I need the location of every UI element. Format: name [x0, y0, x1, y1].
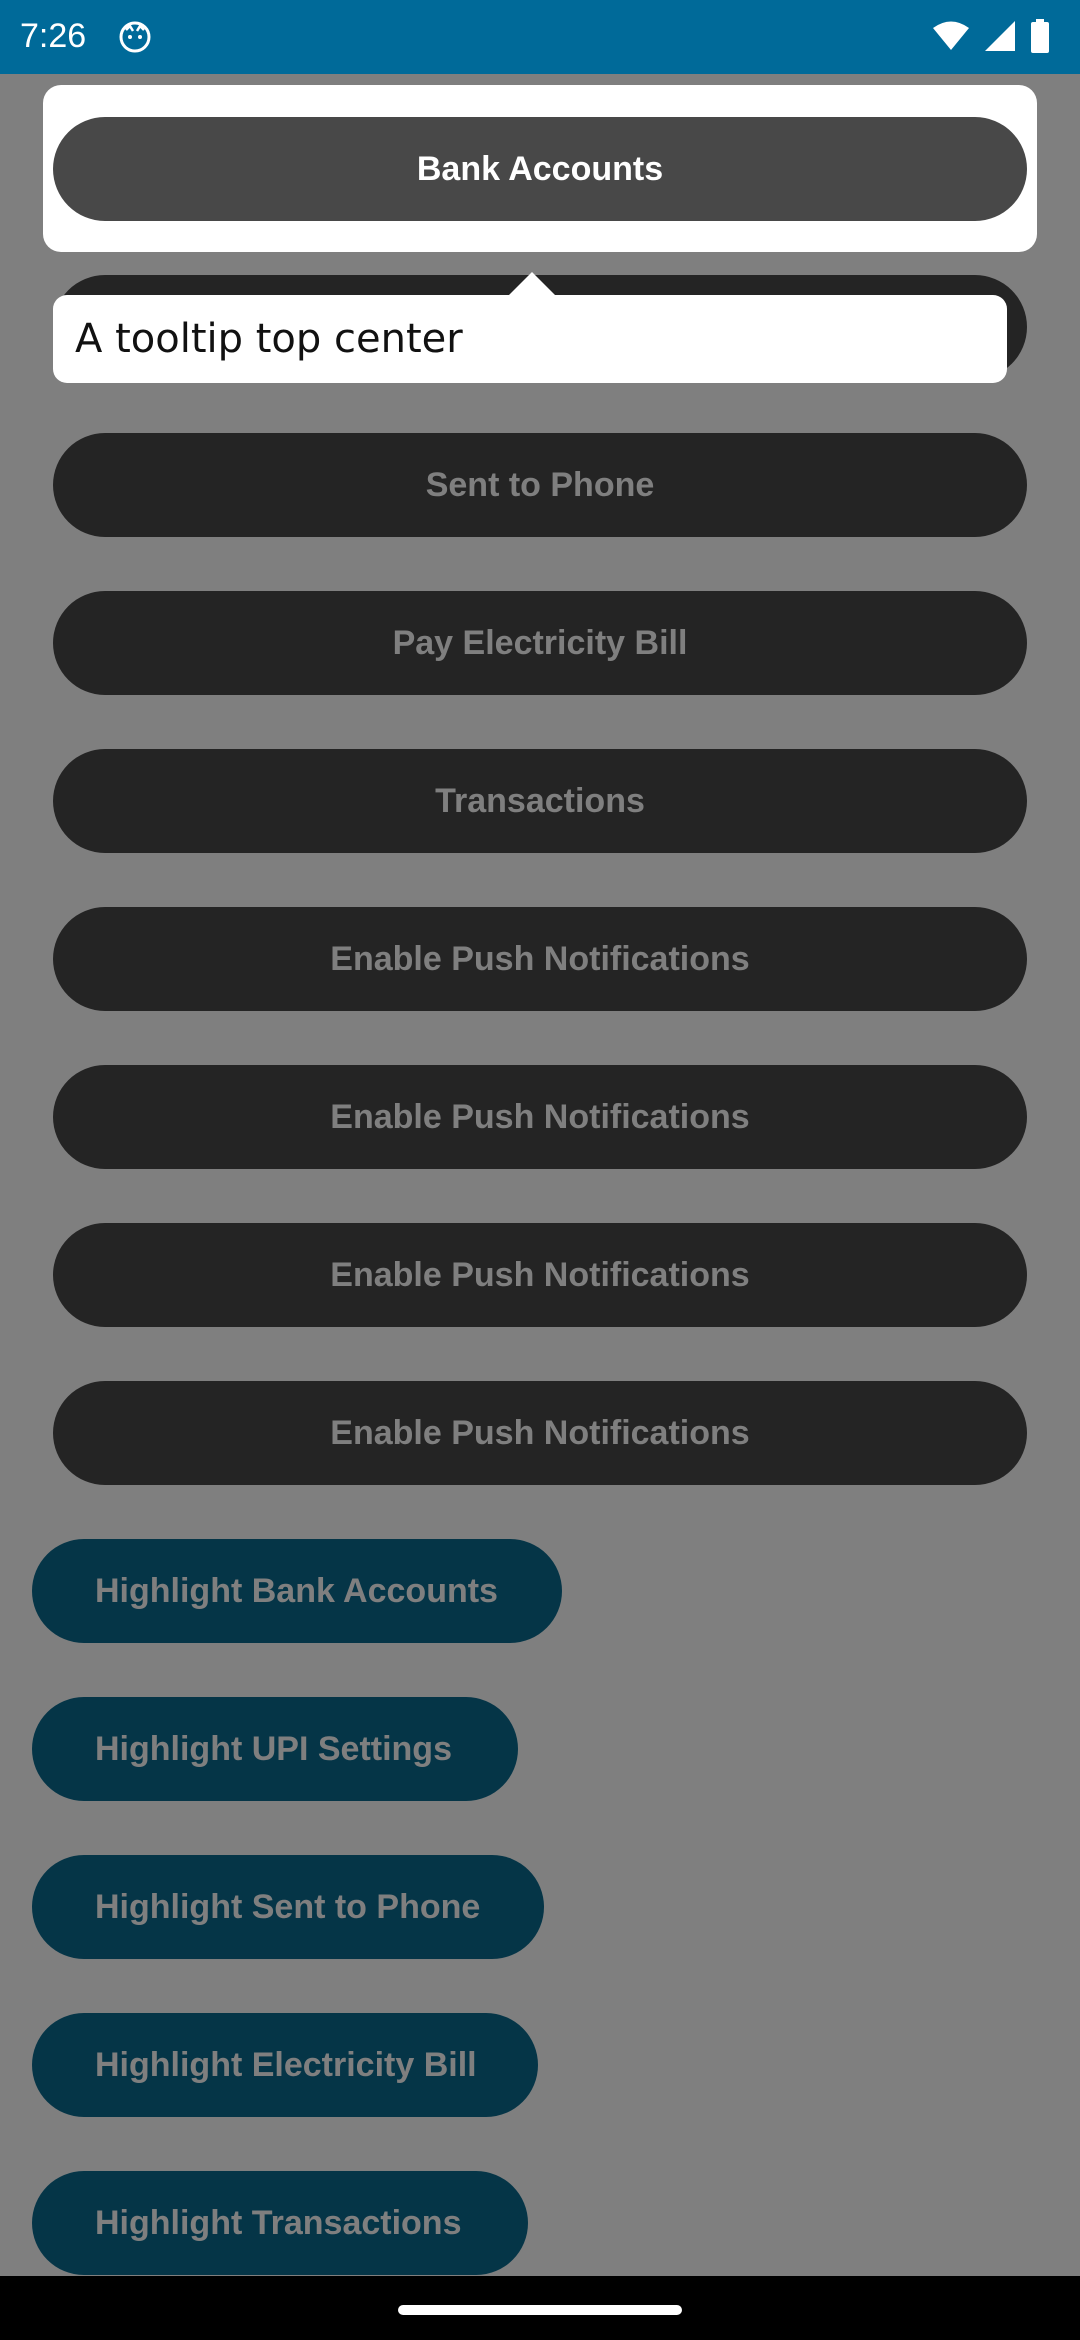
tooltip-arrow: [508, 272, 556, 296]
navigation-bar: [0, 2276, 1080, 2340]
tooltip: A tooltip top center: [53, 295, 1007, 383]
home-gesture-handle[interactable]: [398, 2305, 682, 2315]
wifi-icon: [933, 21, 969, 50]
highlighted-bank-accounts-button[interactable]: Bank Accounts: [53, 117, 1027, 221]
signal-icon: [985, 21, 1015, 51]
tooltip-text: A tooltip top center: [75, 316, 463, 362]
spotlight-highlight: Bank Accounts: [43, 85, 1037, 252]
cat-face-icon: [119, 21, 151, 53]
battery-icon: [1031, 19, 1049, 53]
status-bar: 7:26: [0, 0, 1080, 74]
status-time: 7:26: [20, 17, 87, 55]
overlay-scrim[interactable]: [0, 74, 1080, 2276]
